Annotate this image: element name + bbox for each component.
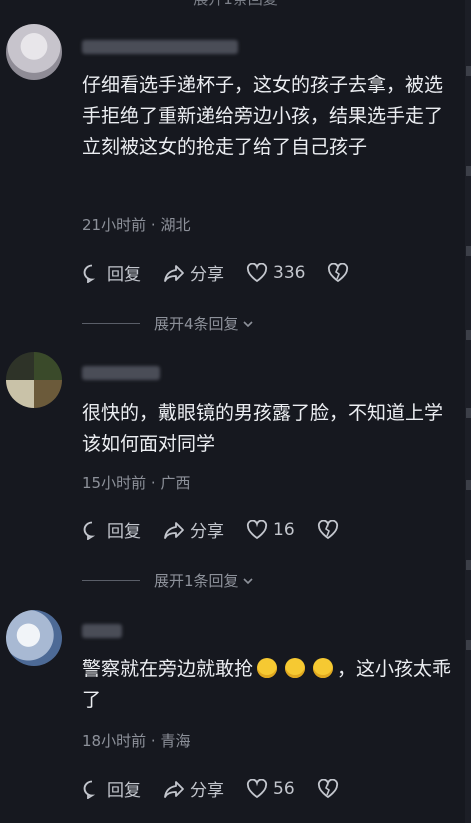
username-blurred[interactable] [82, 366, 160, 380]
share-label: 分享 [190, 781, 224, 801]
reply-label: 回复 [107, 781, 141, 801]
comment-text-part: 警察就在旁边就敢抢 [82, 658, 254, 680]
comment-meta: 18小时前 · 青海 [82, 730, 190, 751]
share-label: 分享 [190, 265, 224, 285]
comment-time: 15小时前 [82, 474, 147, 492]
comment-meta: 15小时前 · 广西 [82, 472, 190, 493]
comment-text: 仔细看选手递杯子，这女的孩子去拿，被选手拒绝了重新递给旁边小孩，结果选手走了立刻… [82, 74, 444, 158]
chevron-down-icon [242, 577, 253, 584]
username-blurred[interactable] [82, 624, 122, 638]
like-count: 56 [273, 778, 295, 799]
dislike-button[interactable] [327, 262, 354, 283]
avatar[interactable] [6, 352, 62, 408]
comment-time: 18小时前 [82, 732, 147, 750]
comment-time: 21小时前 [82, 216, 147, 234]
share-button[interactable]: 分享 [163, 517, 224, 542]
dislike-button[interactable] [317, 778, 344, 799]
broken-heart-icon [317, 778, 338, 798]
like-button[interactable]: 56 [246, 778, 295, 799]
broken-heart-icon [328, 262, 349, 282]
reply-label: 回复 [107, 265, 141, 285]
previous-expand-cutoff[interactable]: 展开1条回复 [0, 0, 471, 8]
comment-meta: 21小时前 · 湖北 [82, 214, 190, 235]
like-count: 16 [273, 519, 295, 540]
comment-bubble-icon [83, 780, 96, 799]
comment-location: 青海 [160, 732, 191, 750]
expand-replies[interactable]: 展开1条回复 [82, 570, 255, 591]
heart-icon [246, 262, 268, 282]
share-button[interactable]: 分享 [163, 260, 224, 285]
like-button[interactable]: 16 [246, 519, 295, 540]
expand-divider [82, 580, 140, 581]
share-arrow-icon [164, 264, 184, 282]
reply-label: 回复 [107, 522, 141, 542]
share-label: 分享 [190, 522, 224, 542]
dislike-button[interactable] [317, 519, 344, 540]
right-edge-strip [465, 0, 471, 823]
comment-location: 湖北 [160, 216, 191, 234]
comment-actions: 回复 分享 16 [82, 517, 344, 542]
comment-bubble-icon [83, 264, 96, 283]
comment-actions: 回复 分享 336 [82, 260, 354, 285]
laughing-tears-emoji-icon [313, 658, 334, 678]
comment-location: 广西 [160, 474, 191, 492]
comment-bubble-icon [83, 521, 96, 540]
heart-icon [246, 778, 268, 798]
chevron-down-icon [242, 320, 253, 327]
avatar[interactable] [6, 24, 62, 80]
like-count: 336 [273, 262, 306, 283]
like-button[interactable]: 336 [246, 262, 306, 283]
share-arrow-icon [164, 521, 184, 539]
avatar[interactable] [6, 610, 62, 666]
broken-heart-icon [317, 519, 338, 539]
laughing-tears-emoji-icon [285, 658, 306, 678]
reply-button[interactable]: 回复 [82, 260, 141, 285]
meta-separator: · [150, 474, 156, 492]
reply-button[interactable]: 回复 [82, 517, 141, 542]
heart-icon [246, 519, 268, 539]
comment-text: 很快的，戴眼镜的男孩露了脸，不知道上学该如何面对同学 [82, 402, 444, 455]
share-button[interactable]: 分享 [163, 776, 224, 801]
share-arrow-icon [164, 780, 184, 798]
comment-text: 警察就在旁边就敢抢 ，这小孩太乖了 [82, 654, 452, 716]
username-blurred[interactable] [82, 40, 238, 54]
expand-label: 展开4条回复 [154, 315, 239, 333]
laughing-tears-emoji-icon [257, 658, 278, 678]
reply-button[interactable]: 回复 [82, 776, 141, 801]
comment-actions: 回复 分享 56 [82, 776, 344, 801]
expand-replies[interactable]: 展开4条回复 [82, 313, 255, 334]
expand-divider [82, 323, 140, 324]
expand-label: 展开1条回复 [154, 572, 239, 590]
meta-separator: · [150, 216, 156, 234]
meta-separator: · [150, 732, 156, 750]
